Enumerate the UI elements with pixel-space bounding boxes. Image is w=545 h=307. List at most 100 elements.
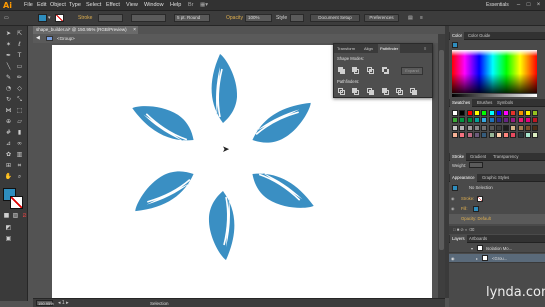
swatch-chip[interactable] (473, 110, 480, 116)
flower-petal[interactable] (128, 93, 200, 150)
tab-transparency[interactable]: Transparency (491, 153, 520, 161)
swatch-chip[interactable] (452, 131, 458, 138)
eyedropper-tool-icon[interactable]: ⊿ (4, 140, 13, 148)
fill-chip[interactable] (473, 206, 479, 212)
swatch-chip[interactable] (481, 131, 488, 138)
tab-color[interactable]: Color (450, 32, 465, 40)
preferences-button[interactable]: Preferences (364, 14, 399, 22)
swatch-chip[interactable] (532, 131, 539, 138)
swatch-chip[interactable] (495, 124, 502, 131)
flower-petal[interactable] (245, 164, 317, 221)
stroke-color-box[interactable] (10, 196, 23, 209)
crop-icon[interactable] (382, 88, 389, 95)
artboard-tool-icon[interactable]: ⊞ (4, 162, 13, 170)
mesh-tool-icon[interactable]: # (4, 129, 13, 137)
swatch-chip[interactable] (473, 131, 480, 138)
arrange-icon[interactable]: ▤ (408, 15, 413, 21)
color-spectrum[interactable] (452, 50, 537, 93)
scale-tool-icon[interactable]: ⤡ (15, 96, 24, 104)
fill-dropdown-icon[interactable]: ▾ (48, 15, 51, 21)
expand-button[interactable]: Expand (401, 67, 423, 75)
swatch-chip[interactable] (488, 117, 495, 124)
blob-brush-tool-icon[interactable]: ◔ (4, 85, 13, 93)
swatch-chip[interactable] (466, 124, 473, 131)
selection-tool-icon[interactable]: ➤ (4, 30, 13, 38)
flower-petal[interactable] (127, 162, 199, 219)
gradient-tool-icon[interactable]: ▮ (15, 129, 24, 137)
width-tool-icon[interactable]: ⋈ (4, 107, 13, 115)
flower-petal[interactable] (211, 54, 238, 123)
hand-tool-icon[interactable]: ✋ (4, 173, 13, 181)
swatch-chip[interactable] (481, 110, 488, 116)
swatch-chip[interactable] (517, 131, 524, 138)
swatch-chip[interactable] (481, 117, 488, 124)
swatch-chip[interactable] (459, 117, 466, 124)
swatch-chip[interactable] (525, 117, 531, 124)
perspective-grid-tool-icon[interactable]: ▱ (15, 118, 24, 126)
panel-menu-icon[interactable]: ≡ (420, 15, 423, 21)
trim-icon[interactable] (352, 88, 359, 95)
merge-icon[interactable] (367, 88, 374, 95)
swatch-chip[interactable] (495, 131, 502, 138)
visibility-eye-icon[interactable]: ◉ (451, 204, 455, 214)
rectangle-tool-icon[interactable]: ▭ (15, 63, 24, 71)
intersect-icon[interactable] (367, 67, 374, 74)
stroke-weight-input[interactable] (469, 162, 483, 168)
swatch-chip[interactable] (495, 110, 502, 116)
swatch-chip[interactable] (481, 124, 488, 131)
unite-icon[interactable] (338, 67, 345, 74)
swatch-chip[interactable] (517, 117, 524, 124)
stroke-weight-field[interactable] (98, 14, 123, 22)
minus-back-icon[interactable] (410, 88, 417, 95)
fill-swatch[interactable] (38, 14, 47, 22)
swatch-chip[interactable] (532, 117, 539, 124)
close-icon[interactable]: × (535, 2, 542, 8)
swatch-chip[interactable] (517, 110, 524, 116)
appearance-stroke-row[interactable]: ◉ Stroke: (449, 194, 545, 204)
document-tab[interactable]: shape_builder.ai* @ 150.95% (RGB/Preview… (33, 26, 138, 34)
swatch-chip[interactable] (459, 131, 466, 138)
artboard-nav-icon[interactable]: ◂ 1 ▸ (58, 300, 69, 306)
layer-row-isolation[interactable]: ▾ Isolation Mo... (449, 244, 545, 253)
status-text[interactable]: Selection (150, 300, 169, 307)
swatch-chip[interactable] (466, 110, 473, 116)
swatch-chip[interactable] (510, 117, 517, 124)
expand-arrow-icon[interactable]: ▸ (476, 254, 478, 263)
back-arrow-icon[interactable]: ◀ (36, 35, 40, 42)
swatch-chip[interactable] (488, 124, 495, 131)
magic-wand-tool-icon[interactable]: ✶ (4, 41, 13, 49)
menu-help[interactable]: Help (170, 2, 181, 9)
zoom-tool-icon[interactable]: ⌕ (15, 173, 24, 181)
layer-row-group[interactable]: ◉ ▸ <Grou... (449, 254, 545, 263)
menu-object[interactable]: Object (50, 2, 66, 9)
pen-tool-icon[interactable]: ✒ (4, 52, 13, 60)
eraser-tool-icon[interactable]: ◇ (15, 85, 24, 93)
swatch-chip[interactable] (503, 124, 510, 131)
tab-symbols[interactable]: Symbols (495, 99, 515, 107)
menu-file[interactable]: File (24, 2, 33, 9)
swatch-chip[interactable] (495, 117, 502, 124)
panel-menu-icon[interactable]: ≡ (422, 44, 428, 53)
free-transform-tool-icon[interactable]: ⬚ (15, 107, 24, 115)
rotate-tool-icon[interactable]: ↻ (4, 96, 13, 104)
tab-graphic-styles[interactable]: Graphic Styles (480, 174, 511, 182)
opacity-label[interactable]: Opacity (226, 15, 243, 21)
menu-window[interactable]: Window (144, 2, 164, 9)
menu-edit[interactable]: Edit (37, 2, 46, 9)
tab-color-guide[interactable]: Color Guide (466, 32, 492, 40)
tab-appearance[interactable]: Appearance (450, 174, 477, 182)
swatch-chip[interactable] (452, 110, 458, 116)
menu-effect[interactable]: Effect (106, 2, 120, 9)
screen-mode-icon[interactable]: ▣ (4, 235, 13, 243)
column-graph-tool-icon[interactable]: ▥ (15, 151, 24, 159)
line-tool-icon[interactable]: ╲ (4, 63, 13, 71)
gradient-mode-icon[interactable]: ▨ (11, 212, 20, 220)
swatch-chip[interactable] (459, 110, 466, 116)
tab-gradient[interactable]: Gradient (468, 153, 488, 161)
outline-icon[interactable] (396, 88, 403, 95)
symbol-sprayer-tool-icon[interactable]: ✿ (4, 151, 13, 159)
swatch-chip[interactable] (466, 117, 473, 124)
close-document-icon[interactable]: × (133, 26, 136, 34)
swatch-chip[interactable] (473, 124, 480, 131)
menu-select[interactable]: Select (86, 2, 101, 9)
